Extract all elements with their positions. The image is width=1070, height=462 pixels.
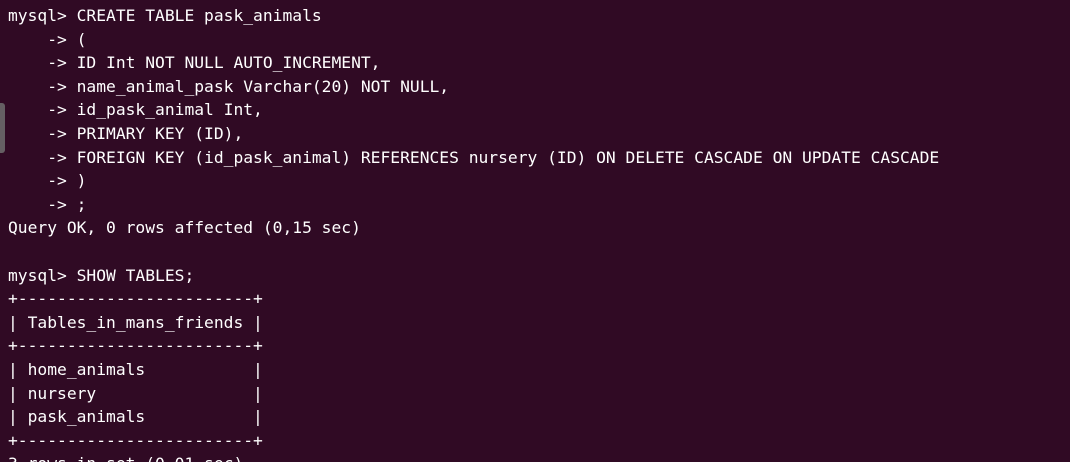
terminal-line: -> PRIMARY KEY (ID), — [8, 123, 244, 143]
terminal-line: mysql> CREATE TABLE pask_animals — [8, 6, 322, 25]
terminal-line: -> FOREIGN KEY (id_pask_animal) REFERENC… — [8, 147, 940, 167]
table-row: | pask_animals | — [8, 407, 263, 427]
table-border: +------------------------+ — [8, 289, 263, 309]
terminal-line: -> name_animal_pask Varchar(20) NOT NULL… — [8, 76, 450, 96]
table-header: | Tables_in_mans_friends | — [8, 312, 263, 332]
terminal-line: -> id_pask_animal Int, — [8, 100, 263, 120]
table-border: +------------------------+ — [8, 336, 263, 356]
terminal-line: -> ; — [8, 194, 87, 214]
terminal-line: mysql> SHOW TABLES; — [8, 265, 195, 285]
terminal-line: -> ) — [8, 171, 87, 191]
table-row: | home_animals | — [8, 359, 263, 379]
table-row: | nursery | — [8, 383, 263, 403]
table-border: +------------------------+ — [8, 430, 263, 450]
scrollbar-handle[interactable] — [0, 103, 5, 153]
terminal-line: -> ( — [8, 29, 87, 49]
terminal-line: -> ID Int NOT NULL AUTO_INCREMENT, — [8, 53, 381, 73]
query-result-status: Query OK, 0 rows affected (0,15 sec) — [8, 218, 361, 238]
terminal-window[interactable]: mysql> CREATE TABLE pask_animals -> ( ->… — [0, 0, 1070, 462]
rows-in-set-status: 3 rows in set (0,01 sec) — [8, 452, 1070, 462]
